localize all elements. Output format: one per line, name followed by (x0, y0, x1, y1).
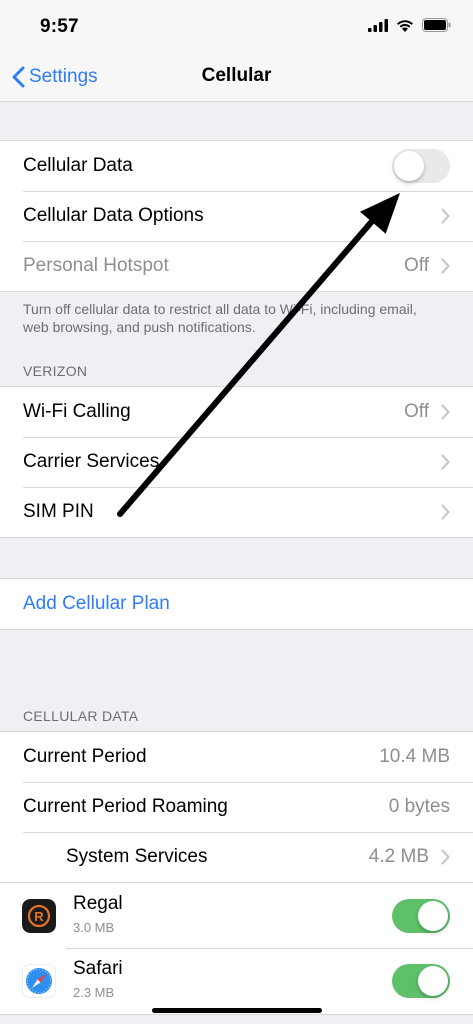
current-period-roaming-label: Current Period Roaming (23, 796, 228, 817)
app-name: Regal (73, 893, 123, 914)
regal-app-icon: R (22, 899, 56, 933)
cellular-data-options-row[interactable]: Cellular Data Options (0, 191, 473, 241)
wifi-calling-label: Wi-Fi Calling (23, 401, 131, 422)
chevron-right-icon (441, 504, 450, 520)
app-row-regal: R Regal 3.0 MB (0, 882, 473, 948)
current-period-row: Current Period 10.4 MB (0, 732, 473, 782)
current-period-roaming-row: Current Period Roaming 0 bytes (0, 782, 473, 832)
chevron-right-icon (441, 258, 450, 274)
chevron-right-icon (441, 404, 450, 420)
current-period-value: 10.4 MB (379, 746, 450, 767)
app-row-safari: Safari 2.3 MB (0, 948, 473, 1014)
cellular-data-toggle[interactable] (392, 149, 450, 183)
add-plan-group: Add Cellular Plan (0, 578, 473, 630)
cellular-usage-group: Current Period 10.4 MB Current Period Ro… (0, 731, 473, 1015)
system-services-row[interactable]: System Services 4.2 MB (0, 832, 473, 882)
personal-hotspot-value: Off (404, 255, 429, 276)
cellular-data-row: Cellular Data (0, 141, 473, 191)
status-time: 9:57 (40, 16, 79, 37)
cellular-settings-group: Cellular Data Cellular Data Options Pers… (0, 140, 473, 292)
battery-icon (422, 18, 451, 32)
home-indicator (152, 1008, 322, 1013)
carrier-settings-group: Wi-Fi Calling Off Carrier Services SIM P… (0, 386, 473, 538)
chevron-right-icon (441, 849, 450, 865)
personal-hotspot-row[interactable]: Personal Hotspot Off (0, 241, 473, 291)
current-period-label: Current Period (23, 746, 147, 767)
personal-hotspot-label: Personal Hotspot (23, 255, 169, 276)
cellular-data-label: Cellular Data (23, 155, 133, 176)
wifi-icon (397, 19, 413, 32)
navigation-bar: Settings Cellular (0, 52, 473, 102)
chevron-right-icon (441, 454, 450, 470)
add-cellular-plan-button[interactable]: Add Cellular Plan (0, 579, 473, 629)
system-services-value: 4.2 MB (368, 846, 429, 867)
sim-pin-label: SIM PIN (23, 501, 94, 522)
regal-data-toggle[interactable] (392, 899, 450, 933)
app-data-size: 2.3 MB (73, 985, 115, 1000)
system-services-label: System Services (66, 846, 208, 867)
carrier-section-header: VERIZON (23, 363, 88, 379)
sim-pin-row[interactable]: SIM PIN (0, 487, 473, 537)
wifi-calling-row[interactable]: Wi-Fi Calling Off (0, 387, 473, 437)
chevron-right-icon (441, 208, 450, 224)
cellular-data-footnote: Turn off cellular data to restrict all d… (23, 301, 417, 335)
status-bar: 9:57 (0, 0, 473, 52)
cellular-data-section-header: CELLULAR DATA (23, 708, 139, 724)
app-data-size: 3.0 MB (73, 920, 115, 935)
current-period-roaming-value: 0 bytes (388, 796, 450, 817)
cellular-signal-icon (368, 18, 388, 32)
wifi-calling-value: Off (404, 401, 429, 422)
carrier-services-label: Carrier Services (23, 451, 160, 472)
safari-data-toggle[interactable] (392, 964, 450, 998)
add-cellular-plan-label: Add Cellular Plan (23, 593, 170, 614)
page-title: Cellular (201, 65, 272, 86)
svg-text:R: R (34, 909, 44, 924)
cellular-data-options-label: Cellular Data Options (23, 205, 204, 226)
status-icons (368, 18, 451, 32)
safari-app-icon (22, 964, 56, 998)
app-name: Safari (73, 958, 123, 979)
carrier-services-row[interactable]: Carrier Services (0, 437, 473, 487)
